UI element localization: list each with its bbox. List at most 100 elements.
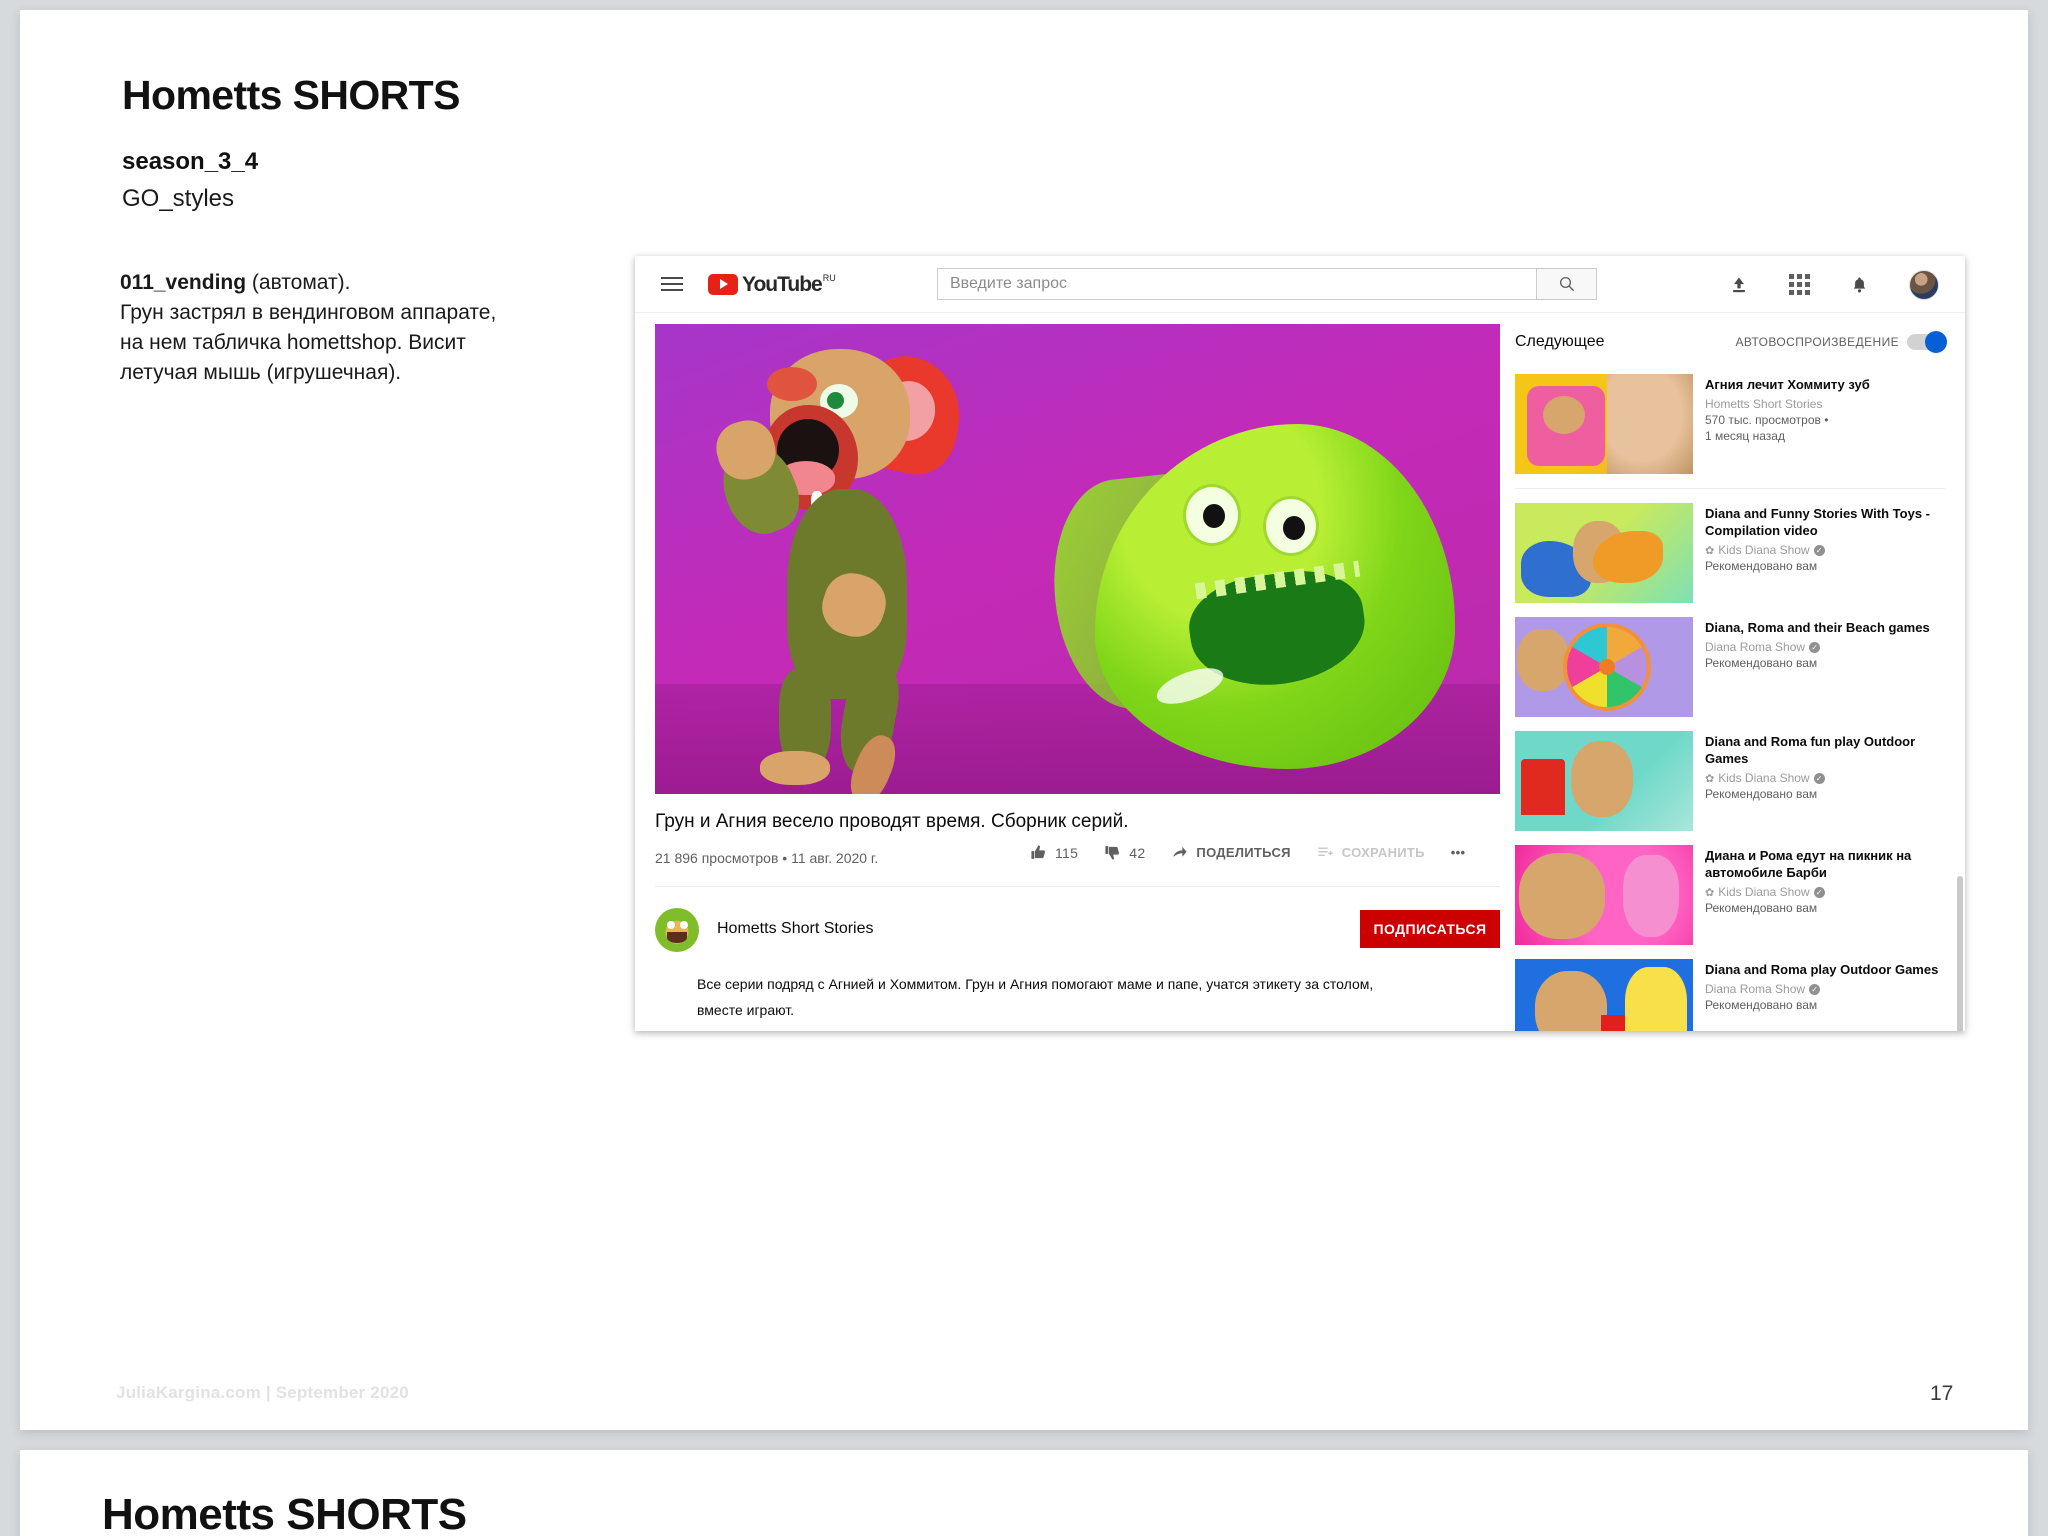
up-next-sidebar: Следующее АВТОВОСПРОИЗВЕДЕНИЕ Агния лечи… <box>1515 324 1947 1031</box>
channel-label: Diana Roma Show <box>1705 982 1806 996</box>
scene-description: 011_vending (автомат). Грун застрял в ве… <box>120 268 500 388</box>
character-grun <box>710 339 1005 794</box>
video-thumbnail[interactable] <box>1515 503 1693 603</box>
save-to-playlist-icon <box>1318 847 1333 857</box>
verified-icon: ✓ <box>1809 641 1821 653</box>
autoplay-toggle[interactable] <box>1907 331 1947 353</box>
view-count: 21 896 просмотров <box>655 850 779 866</box>
youtube-country-code: RU <box>822 272 836 283</box>
search-button[interactable] <box>1537 268 1597 300</box>
video-info: Diana and Funny Stories With Toys - Comp… <box>1705 503 1945 603</box>
meta-separator: • <box>782 850 788 866</box>
next-slide-preview[interactable]: Hometts SHORTS <box>20 1450 2028 1536</box>
verified-icon: ✓ <box>1813 544 1825 556</box>
video-thumbnail[interactable] <box>1515 845 1693 945</box>
video-action-bar: 115 42 ПОДЕЛИТЬСЯ СОХРАНИТЬ ••• <box>1030 844 1465 861</box>
video-thumbnail[interactable] <box>1515 617 1693 717</box>
list-item[interactable]: Diana and Roma fun play Outdoor Games ✿ … <box>1515 731 1945 831</box>
video-title: Diana and Roma play Outdoor Games <box>1705 962 1939 977</box>
autoplay-control[interactable]: АВТОВОСПРОИЗВЕДЕНИЕ <box>1735 331 1947 353</box>
autoplay-label: АВТОВОСПРОИЗВЕДЕНИЕ <box>1735 335 1899 349</box>
video-player[interactable] <box>655 324 1500 794</box>
like-button[interactable]: 115 <box>1030 844 1078 861</box>
save-button[interactable]: СОХРАНИТЬ <box>1317 844 1425 861</box>
subscribe-button[interactable]: ПОДПИСАТЬСЯ <box>1360 910 1500 948</box>
scene-note: (автомат). <box>246 271 351 294</box>
more-icon: ••• <box>1450 845 1466 860</box>
video-views: 570 тыс. просмотров • <box>1705 413 1829 427</box>
like-count: 115 <box>1055 844 1079 861</box>
footer-credit: JuliaKargina.com | September 2020 <box>116 1383 409 1402</box>
video-channel: ✿ Kids Diana Show ✓ <box>1705 885 1945 899</box>
list-item[interactable]: Агния лечит Хоммиту зуб Hometts Short St… <box>1515 374 1945 474</box>
video-title: Агния лечит Хоммиту зуб <box>1705 377 1870 392</box>
share-button[interactable]: ПОДЕЛИТЬСЯ <box>1171 844 1290 861</box>
share-label: ПОДЕЛИТЬСЯ <box>1196 845 1291 860</box>
save-label: СОХРАНИТЬ <box>1341 845 1425 860</box>
sidebar-header: Следующее АВТОВОСПРОИЗВЕДЕНИЕ <box>1515 324 1947 360</box>
header-icon-group <box>1729 256 1939 313</box>
presentation-deck: Hometts SHORTS season_3_4 GO_styles 011_… <box>0 0 2048 1536</box>
dislike-count: 42 <box>1129 844 1146 861</box>
video-channel: ✿ Kids Diana Show ✓ <box>1705 771 1945 785</box>
star-icon: ✿ <box>1705 544 1715 557</box>
video-title: Грун и Агния весело проводят время. Сбор… <box>655 811 1129 832</box>
video-thumbnail[interactable] <box>1515 374 1693 474</box>
channel-label: Kids Diana Show <box>1718 885 1810 899</box>
video-age: 1 месяц назад <box>1705 429 1785 443</box>
next-slide-title: Hometts SHORTS <box>102 1490 467 1536</box>
list-item[interactable]: Diana, Roma and their Beach games Diana … <box>1515 617 1945 717</box>
video-thumbnail[interactable] <box>1515 959 1693 1031</box>
video-title: Диана и Рома едут на пикник на автомобил… <box>1705 848 1912 880</box>
video-title: Diana and Roma fun play Outdoor Games <box>1705 734 1916 766</box>
video-channel: Diana Roma Show ✓ <box>1705 982 1945 996</box>
video-channel: ✿ Kids Diana Show ✓ <box>1705 543 1945 557</box>
thumbs-up-icon <box>1031 845 1045 859</box>
hamburger-icon[interactable] <box>661 273 683 295</box>
apps-grid-icon[interactable] <box>1789 274 1810 295</box>
channel-label: Hometts Short Stories <box>1705 397 1823 411</box>
verified-icon: ✓ <box>1813 886 1825 898</box>
play-icon <box>708 273 738 295</box>
divider <box>655 886 1500 887</box>
up-next-heading: Следующее <box>1515 333 1605 350</box>
video-title: Diana and Funny Stories With Toys - Comp… <box>1705 506 1930 538</box>
list-item[interactable]: Diana and Funny Stories With Toys - Comp… <box>1515 503 1945 603</box>
video-thumbnail[interactable] <box>1515 731 1693 831</box>
channel-label: Kids Diana Show <box>1718 543 1810 557</box>
search-input[interactable]: Введите запрос <box>937 268 1537 300</box>
avatar[interactable] <box>1909 269 1939 300</box>
dislike-button[interactable]: 42 <box>1104 844 1145 861</box>
channel-label: Kids Diana Show <box>1718 771 1810 785</box>
search-icon <box>1559 276 1574 292</box>
upload-icon[interactable] <box>1729 275 1749 295</box>
bell-icon[interactable] <box>1850 275 1869 295</box>
video-title: Diana, Roma and their Beach games <box>1705 620 1930 635</box>
video-info: Diana and Roma fun play Outdoor Games ✿ … <box>1705 731 1945 831</box>
video-description: Все серии подряд с Агнией и Хоммитом. Гр… <box>697 976 1374 1018</box>
video-meta: 21 896 просмотров • 11 авг. 2020 г. <box>655 850 878 866</box>
list-item[interactable]: Diana and Roma play Outdoor Games Diana … <box>1515 959 1945 1031</box>
styles-label: GO_styles <box>122 185 235 212</box>
channel-row: Hometts Short Stories ПОДПИСАТЬСЯ <box>655 906 1500 962</box>
video-meta: Рекомендовано вам <box>1705 656 1818 670</box>
scrollbar[interactable] <box>1957 876 1963 1031</box>
video-info: Диана и Рома едут на пикник на автомобил… <box>1705 845 1945 945</box>
list-item[interactable]: Диана и Рома едут на пикник на автомобил… <box>1515 845 1945 945</box>
youtube-logo[interactable]: YouTube RU <box>708 272 836 295</box>
video-info: Diana, Roma and their Beach games Diana … <box>1705 617 1945 717</box>
channel-name[interactable]: Hometts Short Stories <box>717 920 874 938</box>
star-icon: ✿ <box>1705 772 1715 785</box>
video-meta: Рекомендовано вам <box>1705 559 1818 573</box>
verified-icon: ✓ <box>1813 772 1825 784</box>
video-meta: Рекомендовано вам <box>1705 998 1818 1012</box>
season-label: season_3_4 <box>122 148 259 175</box>
channel-avatar[interactable] <box>655 908 699 952</box>
divider <box>1515 488 1945 489</box>
scene-id: 011_vending <box>120 271 247 294</box>
verified-icon: ✓ <box>1809 983 1821 995</box>
thumbs-down-icon <box>1105 846 1120 860</box>
video-meta: Рекомендовано вам <box>1705 901 1818 915</box>
slide-page: Hometts SHORTS season_3_4 GO_styles 011_… <box>20 10 2028 1430</box>
more-actions-button[interactable]: ••• <box>1451 845 1466 860</box>
